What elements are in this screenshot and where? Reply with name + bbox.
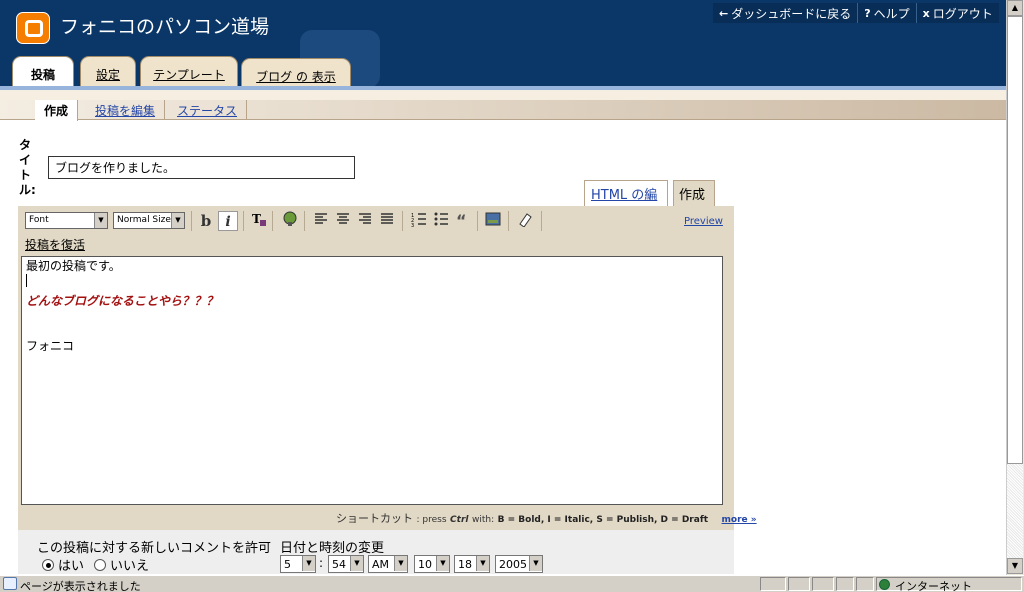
page-icon — [3, 577, 17, 590]
ampm-select[interactable]: AM ▼ — [368, 555, 408, 573]
datetime-label: 日付と時刻の変更 — [280, 541, 385, 556]
comments-label: この投稿に対する新しいコメントを許可 — [37, 541, 272, 556]
chevron-down-icon: ▼ — [436, 556, 449, 571]
status-cell — [836, 577, 854, 591]
chevron-down-icon: ▼ — [394, 556, 407, 571]
tab-template[interactable]: テンプレート — [140, 56, 238, 88]
logout-link[interactable]: x ログアウト — [917, 3, 999, 23]
toolbar-divider — [477, 211, 478, 231]
tab-posting[interactable]: 投稿 — [12, 56, 74, 89]
chevron-down-icon: ▼ — [476, 556, 489, 571]
toolbar-divider — [541, 211, 542, 231]
font-select[interactable]: Font ▼ — [25, 212, 108, 229]
status-cell — [788, 577, 810, 591]
status-text: ページが表示されました — [20, 580, 141, 592]
numbered-list-icon[interactable]: 123 — [409, 211, 429, 231]
help-icon: ? — [864, 6, 871, 20]
link-icon[interactable] — [280, 211, 300, 231]
status-cell — [856, 577, 874, 591]
comments-yes-radio[interactable] — [42, 558, 54, 571]
chevron-down-icon: ▼ — [350, 556, 363, 571]
svg-text:T: T — [252, 212, 261, 226]
back-arrow-icon: ← — [719, 6, 729, 20]
align-right-icon[interactable] — [355, 211, 375, 231]
top-nav: ← ダッシュボードに戻る ? ヘルプ x ログアウト — [713, 3, 999, 23]
svg-text:“: “ — [456, 211, 467, 227]
toolbar-divider — [272, 211, 273, 231]
recover-post-link[interactable]: 投稿を復活 — [25, 236, 85, 253]
toolbar-divider — [243, 211, 244, 231]
tab-edit-html[interactable]: HTML の編集 — [584, 180, 668, 222]
italic-button[interactable]: i — [218, 211, 238, 231]
tab-compose[interactable]: 作成 — [673, 180, 715, 207]
status-cell — [812, 577, 834, 591]
align-left-icon[interactable] — [311, 211, 331, 231]
hour-select[interactable]: 5 ▼ — [280, 555, 316, 573]
eraser-icon[interactable] — [515, 211, 535, 231]
align-center-icon[interactable] — [333, 211, 353, 231]
comments-no-radio[interactable] — [94, 558, 107, 571]
subtab-create[interactable]: 作成 — [35, 100, 79, 121]
body-line-signature: フォニコ — [26, 339, 75, 353]
toolbar-divider — [402, 211, 403, 231]
tab-view-blog[interactable]: ブログ の 表示 — [241, 58, 351, 88]
body-line-emphasis: どんなブログになることやら？？？ — [26, 294, 219, 308]
tab-band — [0, 90, 1006, 100]
chevron-down-icon: ▼ — [529, 556, 542, 571]
day-select[interactable]: 18 ▼ — [454, 555, 490, 573]
blogger-logo-icon[interactable] — [16, 12, 50, 44]
blockquote-icon[interactable]: “ — [453, 211, 473, 231]
dashboard-link[interactable]: ← ダッシュボードに戻る — [713, 3, 859, 23]
status-cell — [760, 577, 786, 591]
text-caret — [26, 274, 27, 287]
comments-radio-group: はい いいえ — [42, 555, 149, 574]
tab-settings[interactable]: 設定 — [80, 56, 136, 88]
scroll-down-icon[interactable]: ▼ — [1007, 558, 1023, 574]
font-size-select[interactable]: Normal Size ▼ — [113, 212, 185, 229]
subtab-status[interactable]: ステータス — [168, 100, 248, 120]
chevron-down-icon: ▼ — [94, 213, 107, 228]
shortcut-hint: ショートカット : press Ctrl with: B = Bold, I =… — [336, 512, 757, 525]
time-colon: : — [319, 556, 324, 570]
preview-link[interactable]: Preview — [684, 216, 723, 227]
scroll-up-icon[interactable]: ▲ — [1007, 0, 1023, 16]
text-color-icon[interactable]: T — [249, 211, 269, 231]
body-line: 最初の投稿です。 — [26, 259, 121, 273]
bold-button[interactable]: b — [196, 211, 216, 231]
month-select[interactable]: 10 ▼ — [414, 555, 450, 573]
toolbar-divider — [508, 211, 509, 231]
security-zone: インターネット — [876, 577, 1022, 592]
title-input[interactable] — [48, 156, 355, 179]
image-icon[interactable] — [483, 211, 503, 231]
scrollbar-track[interactable] — [1007, 464, 1023, 558]
title-label: タイトル: — [19, 138, 36, 197]
year-select[interactable]: 2005 ▼ — [495, 555, 543, 573]
globe-icon — [879, 579, 890, 590]
toolbar-divider — [191, 211, 192, 231]
svg-text:3: 3 — [411, 223, 414, 227]
post-body-editor[interactable]: 最初の投稿です。 どんなブログになることやら？？？ フォニコ — [21, 256, 723, 505]
bullet-list-icon[interactable] — [431, 211, 451, 231]
minute-select[interactable]: 54 ▼ — [328, 555, 364, 573]
more-shortcuts-link[interactable]: more » — [722, 515, 757, 525]
scrollbar-thumb[interactable] — [1007, 16, 1023, 464]
chevron-down-icon: ▼ — [302, 556, 315, 571]
help-link[interactable]: ? ヘルプ — [858, 3, 917, 23]
chevron-down-icon: ▼ — [171, 213, 184, 228]
toolbar-divider — [304, 211, 305, 231]
justify-icon[interactable] — [377, 211, 397, 231]
blog-title[interactable]: フォニコのパソコン道場 — [60, 12, 269, 39]
close-icon: x — [922, 6, 930, 20]
subtab-edit-posts[interactable]: 投稿を編集 — [86, 100, 166, 120]
